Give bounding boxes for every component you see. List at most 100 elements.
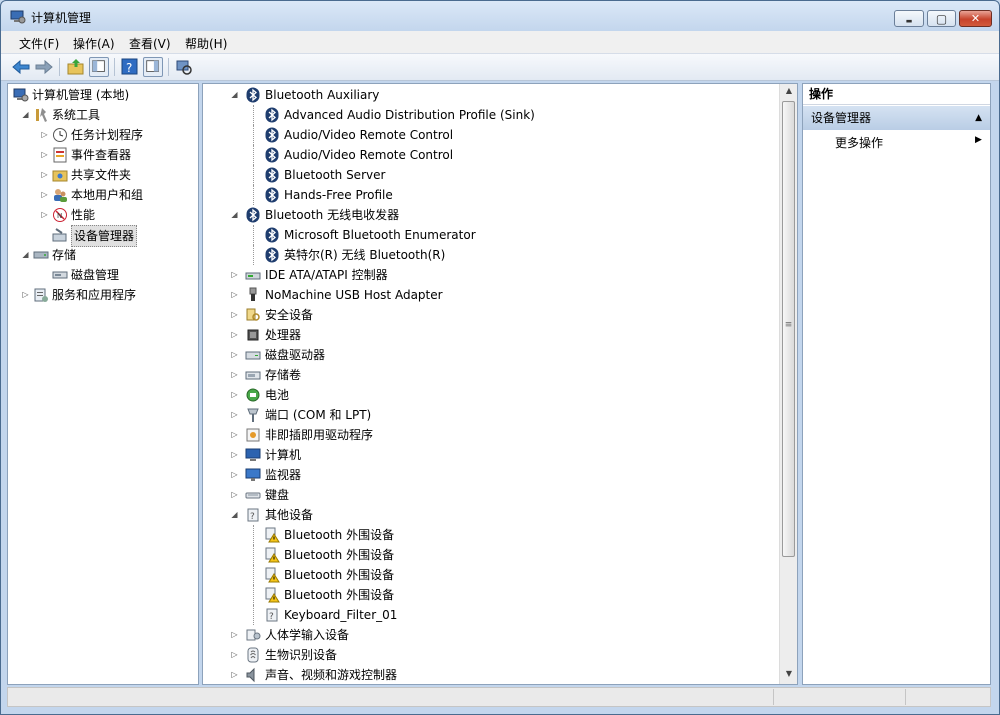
device-item[interactable]: Audio/Video Remote Control (203, 125, 777, 145)
scrollbar-thumb[interactable]: ≡ (782, 101, 795, 557)
device-item[interactable]: Microsoft Bluetooth Enumerator (203, 225, 777, 245)
expand-toggle-icon[interactable]: ▷ (40, 125, 49, 145)
device-category[interactable]: ▷ IDE ATA/ATAPI 控制器 (203, 265, 777, 285)
device-category[interactable]: ▷ 端口 (COM 和 LPT) (203, 405, 777, 425)
scroll-up-icon[interactable]: ▲ (780, 86, 797, 95)
menu-file[interactable]: 文件(F) (19, 35, 59, 52)
device-category[interactable]: ▷ NoMachine USB Host Adapter (203, 285, 777, 305)
device-category[interactable]: ▷ 安全设备 (203, 305, 777, 325)
device-item[interactable]: Bluetooth Server (203, 165, 777, 185)
scan-hardware-icon[interactable] (174, 57, 194, 77)
scroll-down-icon[interactable]: ▼ (780, 669, 797, 678)
device-category[interactable]: ▷ 存储卷 (203, 365, 777, 385)
device-item[interactable]: Bluetooth 外围设备 (203, 545, 777, 565)
expand-toggle-icon[interactable]: ▷ (230, 265, 239, 285)
tree-item[interactable]: ▷ 共享文件夹 (8, 165, 198, 185)
expand-toggle-icon[interactable]: ▷ (230, 405, 239, 425)
back-arrow-icon[interactable] (11, 57, 31, 77)
tree-item[interactable]: ▷ N 性能 (8, 205, 198, 225)
up-folder-icon[interactable] (66, 57, 86, 77)
expand-toggle-icon[interactable]: ▷ (230, 665, 239, 684)
tree-item[interactable]: ▷ 服务和应用程序 (8, 285, 198, 305)
menu-help[interactable]: 帮助(H) (185, 35, 227, 52)
collapse-toggle-icon[interactable]: ◢ (230, 85, 239, 105)
menu-view[interactable]: 查看(V) (129, 35, 171, 52)
more-actions-item[interactable]: 更多操作 (835, 134, 883, 151)
device-category[interactable]: ▷ 计算机 (203, 445, 777, 465)
tree-item[interactable]: ◢ 系统工具 (8, 105, 198, 125)
tree-item[interactable]: ▷ 事件查看器 (8, 145, 198, 165)
expand-toggle-icon[interactable]: ▷ (230, 465, 239, 485)
device-item[interactable]: Bluetooth 外围设备 (203, 565, 777, 585)
show-hide-action-pane-icon[interactable] (143, 57, 163, 77)
maximize-button[interactable]: ▢ (927, 10, 956, 27)
expand-toggle-icon[interactable]: ▷ (40, 205, 49, 225)
device-category[interactable]: ▷ 监视器 (203, 465, 777, 485)
expand-toggle-icon[interactable]: ▷ (230, 325, 239, 345)
device-category[interactable]: ▷ 处理器 (203, 325, 777, 345)
help-icon[interactable]: ? (120, 57, 140, 77)
tree-item[interactable]: 计算机管理 (本地) (8, 85, 198, 105)
device-item[interactable]: Bluetooth 外围设备 (203, 525, 777, 545)
expand-toggle-icon[interactable]: ▷ (230, 305, 239, 325)
device-category[interactable]: ▷ 电池 (203, 385, 777, 405)
collapse-toggle-icon[interactable]: ◢ (230, 505, 239, 525)
expand-toggle-icon[interactable]: ▷ (230, 445, 239, 465)
tree-item[interactable]: ◢ 存储 (8, 245, 198, 265)
device-category[interactable]: ▷ 人体学输入设备 (203, 625, 777, 645)
device-label: 键盘 (265, 488, 290, 502)
expand-toggle-icon[interactable]: ▷ (40, 165, 49, 185)
show-hide-tree-icon[interactable] (89, 57, 109, 77)
bluetooth-icon (264, 167, 280, 183)
tree-connector (253, 585, 255, 605)
tree-item[interactable]: 磁盘管理 (8, 265, 198, 285)
unknown-device-icon: ? (264, 607, 280, 623)
vertical-scrollbar[interactable]: ▲ ≡ ▼ (779, 84, 797, 684)
tree-item[interactable]: 设备管理器 (8, 225, 198, 247)
expand-toggle-icon[interactable]: ▷ (230, 625, 239, 645)
menu-action[interactable]: 操作(A) (73, 35, 115, 52)
hid-icon (245, 627, 261, 643)
device-category[interactable]: ◢ Bluetooth Auxiliary (203, 85, 777, 105)
expand-toggle-icon[interactable]: ▷ (21, 285, 30, 305)
device-category[interactable]: ▷ 非即插即用驱动程序 (203, 425, 777, 445)
device-item[interactable]: Hands-Free Profile (203, 185, 777, 205)
title-bar[interactable]: 计算机管理 ▬ ▢ ✕ (1, 1, 999, 31)
actions-section-device-manager[interactable]: 设备管理器 ▲ (803, 106, 990, 130)
collapse-up-icon[interactable]: ▲ (975, 106, 982, 130)
collapse-toggle-icon[interactable]: ◢ (21, 245, 30, 265)
device-category[interactable]: ◢ Bluetooth 无线电收发器 (203, 205, 777, 225)
expand-toggle-icon[interactable]: ▷ (230, 485, 239, 505)
expand-toggle-icon[interactable]: ▷ (230, 425, 239, 445)
device-item[interactable]: Advanced Audio Distribution Profile (Sin… (203, 105, 777, 125)
expand-toggle-icon[interactable]: ▷ (230, 345, 239, 365)
device-category[interactable]: ▷ 声音、视频和游戏控制器 (203, 665, 777, 684)
bluetooth-icon (264, 227, 280, 243)
expand-toggle-icon[interactable]: ▷ (40, 185, 49, 205)
device-item[interactable]: 英特尔(R) 无线 Bluetooth(R) (203, 245, 777, 265)
collapse-toggle-icon[interactable]: ◢ (230, 205, 239, 225)
warning-device-icon (264, 527, 280, 543)
close-button[interactable]: ✕ (959, 10, 992, 27)
device-item[interactable]: Bluetooth 外围设备 (203, 585, 777, 605)
expand-toggle-icon[interactable]: ▷ (40, 145, 49, 165)
expand-toggle-icon[interactable]: ▷ (230, 385, 239, 405)
expand-toggle-icon[interactable]: ▷ (230, 365, 239, 385)
forward-arrow-icon[interactable] (34, 57, 54, 77)
expand-toggle-icon[interactable]: ▷ (230, 285, 239, 305)
device-category[interactable]: ◢? 其他设备 (203, 505, 777, 525)
svg-text:?: ? (126, 61, 132, 75)
device-category[interactable]: ▷ 磁盘驱动器 (203, 345, 777, 365)
minimize-button[interactable]: ▬ (894, 10, 924, 27)
collapse-toggle-icon[interactable]: ◢ (21, 105, 30, 125)
device-item[interactable]: ? Keyboard_Filter_01 (203, 605, 777, 625)
bluetooth-icon (264, 127, 280, 143)
device-item[interactable]: Audio/Video Remote Control (203, 145, 777, 165)
device-category[interactable]: ▷ 键盘 (203, 485, 777, 505)
tree-item[interactable]: ▷ 本地用户和组 (8, 185, 198, 205)
shared-folders-icon (52, 167, 68, 183)
device-category[interactable]: ▷ 生物识别设备 (203, 645, 777, 665)
expand-toggle-icon[interactable]: ▷ (230, 645, 239, 665)
tree-item[interactable]: ▷ 任务计划程序 (8, 125, 198, 145)
toolbar-separator (168, 58, 169, 76)
